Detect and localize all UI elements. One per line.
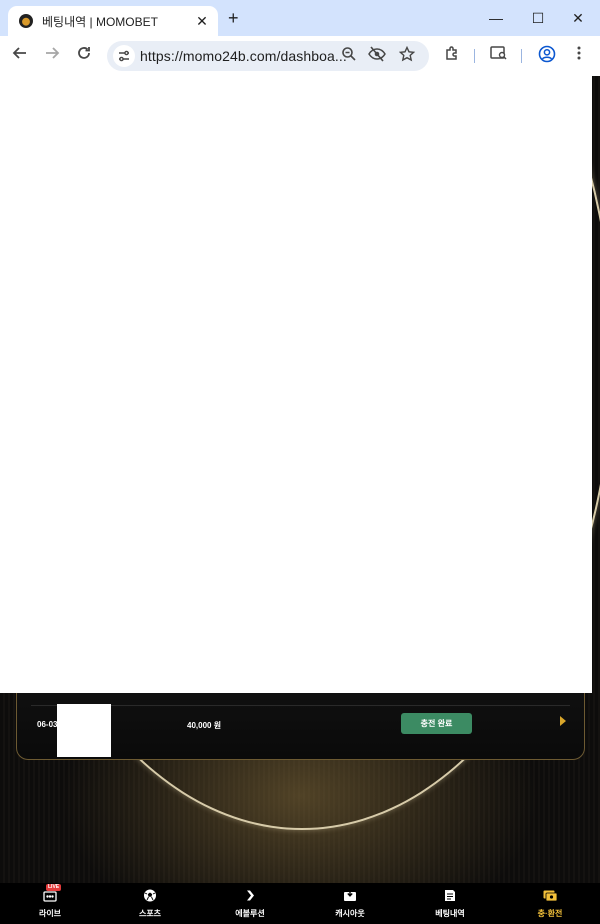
extensions-icon[interactable] bbox=[441, 45, 463, 67]
redacted-block bbox=[57, 704, 111, 757]
url-text: https://momo24b.com/dashboa... bbox=[140, 48, 347, 64]
nav-label: 에볼루션 bbox=[235, 909, 265, 918]
nav-item-live[interactable]: LIVE 라이브 bbox=[0, 883, 100, 924]
zoom-icon[interactable] bbox=[339, 46, 359, 66]
browser-chrome: 베팅내역 | MOMOBET ✕ + — ☐ ✕ https://momo24b… bbox=[0, 0, 600, 76]
bookmark-star-icon[interactable] bbox=[397, 45, 417, 66]
row-date: 06-03 bbox=[37, 720, 58, 729]
nav-label: 캐시아웃 bbox=[335, 909, 365, 918]
betting-history-panel: 06-03 40,000 원 충전 완료 bbox=[16, 693, 585, 760]
tracking-protection-eye-off-icon[interactable] bbox=[367, 46, 387, 66]
menu-kebab-icon[interactable] bbox=[568, 45, 590, 67]
nav-item-deposit-withdraw[interactable]: 충·환전 bbox=[500, 883, 600, 924]
cashout-icon bbox=[344, 889, 356, 901]
site-settings-icon[interactable] bbox=[113, 45, 135, 67]
back-icon[interactable] bbox=[9, 45, 31, 67]
site-favicon-icon bbox=[19, 14, 33, 28]
nav-item-sports[interactable]: 스포츠 bbox=[100, 883, 200, 924]
browser-tab[interactable]: 베팅내역 | MOMOBET ✕ bbox=[8, 6, 218, 36]
nav-label: 라이브 bbox=[38, 909, 62, 918]
tab-title: 베팅내역 | MOMOBET bbox=[42, 14, 158, 29]
nav-label: 충·환전 bbox=[537, 909, 563, 918]
betting-history-icon bbox=[445, 890, 455, 901]
nav-item-evolution[interactable]: 에볼루션 bbox=[200, 883, 300, 924]
reload-icon[interactable] bbox=[73, 45, 95, 67]
tab-close-icon[interactable]: ✕ bbox=[192, 13, 212, 30]
live-tv-icon bbox=[43, 891, 57, 902]
status-badge: 충전 완료 bbox=[401, 713, 472, 734]
evolution-logo-icon bbox=[247, 890, 254, 901]
row-amount: 40,000 원 bbox=[187, 721, 222, 730]
close-window-button[interactable]: ✕ bbox=[566, 7, 590, 29]
minimize-button[interactable]: — bbox=[484, 7, 508, 29]
address-bar[interactable]: https://momo24b.com/dashboa... bbox=[107, 41, 429, 71]
new-tab-button[interactable]: + bbox=[228, 8, 239, 29]
forward-icon[interactable] bbox=[41, 45, 63, 67]
toolbar-divider bbox=[521, 49, 522, 63]
tab-search-icon[interactable] bbox=[488, 45, 510, 67]
row-expand-arrow-icon[interactable] bbox=[560, 716, 566, 726]
bottom-nav: LIVE 라이브 스포츠 에볼루션 캐시아웃 베팅내역 충·환전 bbox=[0, 883, 600, 924]
nav-item-cashout[interactable]: 캐시아웃 bbox=[300, 883, 400, 924]
toolbar-divider bbox=[474, 49, 475, 63]
blank-content-area bbox=[0, 76, 592, 693]
page-viewport: 06-03 40,000 원 충전 완료 LIVE 라이브 스포츠 에볼루션 캐… bbox=[0, 76, 600, 924]
browser-toolbar: https://momo24b.com/dashboa... bbox=[0, 36, 600, 76]
nav-label: 베팅내역 bbox=[435, 909, 465, 918]
profile-icon[interactable] bbox=[536, 45, 558, 67]
nav-item-betting-history[interactable]: 베팅내역 bbox=[400, 883, 500, 924]
maximize-button[interactable]: ☐ bbox=[526, 7, 550, 29]
row-divider bbox=[31, 705, 570, 706]
soccer-ball-icon bbox=[144, 889, 156, 902]
nav-label: 스포츠 bbox=[138, 909, 162, 918]
deposit-withdraw-icon bbox=[543, 890, 557, 902]
